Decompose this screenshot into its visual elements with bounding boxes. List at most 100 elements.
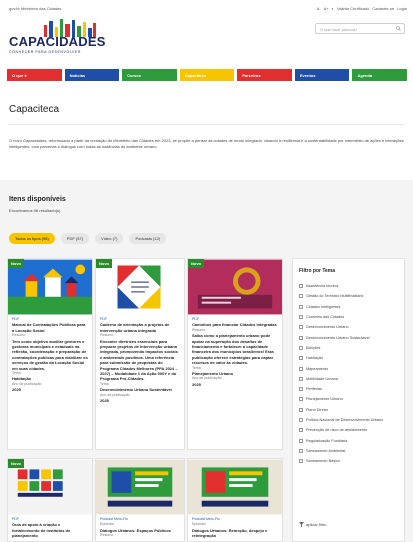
chip-all-types[interactable]: Todos os tipos (98) [9,233,55,244]
nav-item-noticias[interactable]: Notícias [64,69,120,81]
card-body: PDF Manual de Contratações Públicas para… [12,317,88,393]
theme-option[interactable]: Habitação [299,353,383,363]
theme-label: Planejamento Urbano [306,397,343,402]
theme-checkbox[interactable] [299,418,303,422]
nav-item-agenda[interactable]: Agenda [352,69,408,81]
page-intro: O novo Capacidades, reformulado a partir… [9,138,404,149]
theme-label: Gestão do Território Multifinalitário [306,294,364,299]
theme-option[interactable]: Regularização Fundiária [299,435,383,445]
top-utility-bar: gov.br Ministério das Cidades A- A+ ◐ Va… [0,0,413,16]
card-year: 2025 [12,387,21,393]
resource-card[interactable]: Novo PDF Manual de Contratações Públicas… [7,258,93,450]
card-year: 2025 [100,398,109,404]
font-decrease-button[interactable]: A- [317,6,321,11]
theme-label: Mobilidade Urbana [306,376,338,381]
theme-checkbox[interactable] [299,407,303,412]
signup-link[interactable]: Cadastre-se [372,6,394,11]
theme-option[interactable]: Periferias [299,384,383,394]
theme-checkbox[interactable] [299,356,303,361]
apply-filter-label: aplicar filtro [306,522,327,527]
card-title[interactable]: Manual de Contratações Públicas para a L… [12,322,88,333]
theme-option[interactable]: Mobilidade Urbana [299,374,383,384]
theme-checkbox[interactable] [299,335,303,340]
theme-option[interactable]: Prevenção de risco de deslizamento [299,425,383,435]
theme-option[interactable]: Eleições [299,343,383,353]
theme-checkbox[interactable] [299,325,303,330]
apply-filter-button[interactable]: aplicar filtro [299,522,326,527]
theme-checkbox[interactable] [299,376,303,381]
card-summary: Tem como objetivo auxiliar gestores e ge… [12,338,88,371]
contrast-button[interactable]: ◐ [332,6,334,11]
chip-video[interactable]: Vídeo (7) [95,233,124,244]
resource-card[interactable]: Podcast Meio-Fio Episódio Diálogos Urban… [95,458,185,542]
resource-card[interactable]: Novo PDF Caderno de orientação a projeto… [95,258,185,450]
nav-item-cursos[interactable]: Cursos [122,69,177,81]
main-nav: O que é Notícias Cursos Capaciteca Parce… [7,69,408,81]
theme-checkbox[interactable] [299,345,303,350]
theme-option[interactable]: Conselho das Cidades [299,312,383,322]
search-placeholder: O que você procura? [320,27,358,32]
nav-item-capaciteca[interactable]: Capaciteca [179,69,235,81]
theme-checkbox[interactable] [299,387,303,392]
card-title[interactable]: Caderno de orientação a projetos de inte… [100,322,180,333]
theme-checkbox[interactable] [299,438,303,443]
card-body: Podcast Meio-Fio Episódio Diálogos Urban… [100,517,180,539]
theme-option[interactable]: Cidades Inteligentes [299,302,383,312]
card-title[interactable]: Guia de apoio à criação e fortalecimento… [12,522,88,538]
chip-podcasts[interactable]: Podcasts (12) [129,233,167,244]
theme-label: Desenvolvimento Urbano [306,325,349,330]
theme-label: Habitação [306,356,324,361]
nav-item-eventos[interactable]: Eventos [294,69,350,81]
validate-certificate-link[interactable]: Validar Certificado [337,6,369,11]
theme-checkbox[interactable] [299,366,303,371]
utility-links: A- A+ ◐ Validar Certificado Cadastre-se … [317,6,407,11]
theme-checkbox[interactable] [299,315,303,320]
theme-option[interactable]: Saneamento Básico [299,456,383,466]
search-input[interactable]: O que você procura? [315,23,405,34]
theme-option[interactable]: Assistência técnica [299,281,383,291]
resource-card[interactable]: Novo PDF Guia de apoio à criação e forta… [7,458,93,542]
card-theme: Desenvolvimento Urbano Sustentável [100,387,172,393]
filter-title: Filtro por Tema [299,268,336,274]
new-badge: Novo [8,459,24,468]
theme-checkbox[interactable] [299,294,303,299]
chip-pdf[interactable]: PDF (57) [60,233,90,244]
resource-card[interactable]: Novo PDF Caminhos para financiar Cidades… [187,258,283,450]
resource-card[interactable]: Podcast Meio-Fio Episódio Diálogos Urban… [187,458,283,542]
site-logo[interactable]: CAPACIDADES CONHECER PARA DESENVOLVER [9,34,106,54]
theme-label: Assistência técnica [306,284,339,289]
theme-checkbox[interactable] [299,459,303,464]
card-thumbnail [188,459,282,515]
type-filter-chips: Todos os tipos (98) PDF (57) Vídeo (7) P… [9,233,167,244]
theme-checkbox[interactable] [299,397,303,402]
theme-option[interactable]: Desenvolvimento Urbano Sustentável [299,332,383,342]
theme-list: Assistência técnica Gestão do Território… [299,281,383,466]
theme-option[interactable]: Planejamento Urbano [299,394,383,404]
theme-filter-panel: Filtro por Tema Assistência técnica Gest… [292,258,405,542]
theme-option[interactable]: Saneamento Ambiental [299,446,383,456]
theme-option[interactable]: Desenvolvimento Urbano [299,322,383,332]
filter-icon [299,522,304,527]
nav-item-parceiros[interactable]: Parceiros [237,69,292,81]
theme-option[interactable]: Gestão do Território Multifinalitário [299,291,383,301]
theme-checkbox[interactable] [299,448,303,453]
theme-option[interactable]: Política Nacional de Desenvolvimento Urb… [299,415,383,425]
theme-label: Saneamento Básico [306,459,340,464]
theme-label: Prevenção de risco de deslizamento [306,428,368,433]
theme-option[interactable]: Mapeamento [299,363,383,373]
font-increase-button[interactable]: A+ [324,6,329,11]
theme-checkbox[interactable] [299,428,303,433]
theme-label: Periferias [306,387,323,392]
gov-label[interactable]: gov.br Ministério das Cidades [9,6,61,11]
theme-label: Cidades Inteligentes [306,304,341,309]
theme-checkbox[interactable] [299,304,303,309]
theme-checkbox[interactable] [299,284,303,289]
nav-item-o-que-e[interactable]: O que é [7,69,62,81]
search-icon[interactable] [396,26,401,31]
card-body: PDF Caderno de orientação a projetos de … [100,317,180,404]
card-title[interactable]: Diálogos Urbanos: Remoção, despejo e rei… [192,528,278,539]
logo-title: CAPACIDADES [9,34,106,49]
divider [9,124,404,125]
theme-option[interactable]: Plano Diretor [299,405,383,415]
login-link[interactable]: Login [397,6,407,11]
